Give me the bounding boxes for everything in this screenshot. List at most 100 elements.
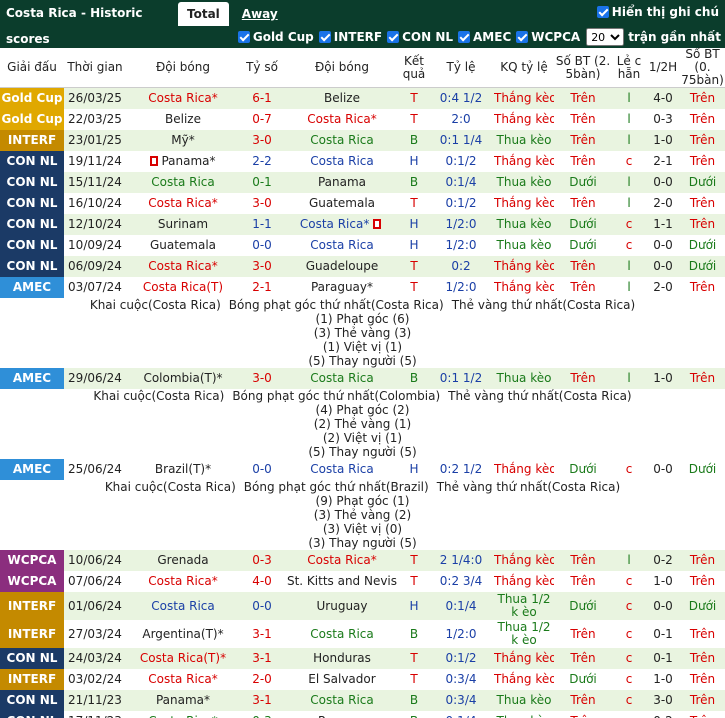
half-score: 0-0 — [646, 171, 680, 193]
filter-amec[interactable]: AMEC — [458, 30, 511, 44]
match-date: 10/06/24 — [64, 549, 126, 571]
show-notes-toggle[interactable]: Hiển thị ghi chú — [596, 5, 719, 19]
away-team-text: Uruguay — [316, 598, 368, 613]
league-badge-text: Gold Cup — [1, 112, 63, 126]
league-badge: Gold Cup — [0, 108, 64, 130]
half-score: 2-1 — [646, 150, 680, 172]
league-badge: INTERF — [0, 591, 64, 620]
show-notes-label: Hiển thị ghi chú — [611, 5, 719, 19]
odds-text: 0:1 1/2 — [439, 371, 483, 385]
filter-con-nl[interactable]: CON NL — [387, 30, 453, 44]
match-stat: (2) Việt vị (1) — [322, 430, 403, 445]
match-result-text: T — [410, 672, 418, 686]
table-row[interactable]: INTERF 03/02/24 Costa Rica* 2-0 El Salvador T… — [0, 668, 725, 690]
goals-0-75: Trên — [680, 276, 725, 298]
col-result: Kết quả — [400, 48, 428, 88]
league-badge-text: INTERF — [7, 626, 57, 641]
goals-0-75-text: Trên — [689, 91, 716, 106]
odds: 1/2:0 — [428, 276, 494, 298]
odds-result-text: Thua kèo — [496, 693, 552, 707]
odds-text: 2 1/4:0 — [439, 553, 483, 567]
table-row[interactable]: CON NL 10/09/24 Guatemala 0-0 Costa Rica H 1/2… — [0, 234, 725, 256]
home-team-text: Costa Rica* — [148, 714, 217, 718]
even-odd: c — [612, 647, 646, 669]
goals-2-5-text: Trên — [570, 553, 596, 567]
goals-0-75: Dưới — [680, 171, 725, 193]
table-row[interactable]: CON NL 15/11/24 Costa Rica 0-1 Panama B 0:1/4 T… — [0, 171, 725, 193]
match-date: 21/11/23 — [64, 689, 126, 711]
table-row[interactable]: CON NL 12/10/24 Surinam 1-1 Costa Rica* H 1/2… — [0, 213, 725, 235]
table-row[interactable]: Gold Cup 26/03/25 Costa Rica* 6-1 Belize T 0:4… — [0, 87, 725, 109]
odds-text: 0:2 1/2 — [439, 462, 483, 476]
checkbox-icon[interactable] — [237, 31, 250, 43]
away-team: Costa Rica — [284, 689, 400, 711]
home-team-text: Mỹ* — [171, 133, 195, 147]
match-date: 19/11/24 — [64, 150, 126, 172]
checkbox-icon[interactable] — [387, 31, 400, 43]
filter-gold-cup[interactable]: Gold Cup — [237, 30, 314, 44]
away-team-text: El Salvador — [308, 672, 376, 686]
match-result-text: T — [410, 280, 418, 294]
table-row[interactable]: CON NL 21/11/23 Panama* 3-1 Costa Rica B 0:3/4… — [0, 689, 725, 711]
table-row[interactable]: WCPCA 07/06/24 Costa Rica* 4-0 St. Kitts and… — [0, 570, 725, 592]
half-score: 2-0 — [646, 276, 680, 298]
score-text: 0-3 — [252, 553, 272, 567]
checkbox-icon[interactable] — [458, 31, 471, 43]
table-row[interactable]: Gold Cup 22/03/25 Belize 0-7 Costa Rica* T 2:0… — [0, 108, 725, 130]
tab-away[interactable]: Away — [233, 2, 287, 26]
recent-count-select[interactable]: 20 — [586, 28, 625, 46]
table-row[interactable]: CON NL 24/03/24 Costa Rica(T)* 3-1 Honduras T… — [0, 647, 725, 669]
red-card-icon — [150, 156, 159, 166]
table-row[interactable]: CON NL 19/11/24 Panama* 2-2 Costa Rica H 0:1/2… — [0, 150, 725, 172]
table-row[interactable]: INTERF 23/01/25 Mỹ* 3-0 Costa Rica B 0:1 1/4 Th… — [0, 129, 725, 151]
odds-result-text: Thắng kèo — [494, 651, 554, 665]
league-badge-text: INTERF — [7, 133, 57, 147]
checkbox-icon[interactable] — [516, 31, 529, 43]
home-team-text: Grenada — [157, 553, 209, 567]
match-result: H — [400, 150, 428, 172]
table-row[interactable]: WCPCA 10/06/24 Grenada 0-3 Costa Rica* T 2 1/4… — [0, 549, 725, 571]
table-row[interactable]: AMEC 29/06/24 Colombia(T)* 3-0 Costa Rica B 0:… — [0, 367, 725, 389]
away-team-text: Belize — [324, 91, 360, 106]
goals-2-5-text: Trên — [570, 112, 596, 126]
match-result-text: H — [409, 598, 419, 613]
half-score: 0-0 — [646, 234, 680, 256]
half-score: 1-0 — [646, 367, 680, 389]
filter-wcpca[interactable]: WCPCA — [516, 30, 580, 44]
score: 3-0 — [240, 192, 284, 214]
odds-result: Thắng kèo — [494, 87, 554, 109]
checkbox-icon[interactable] — [318, 31, 331, 43]
table-row[interactable]: INTERF 01/06/24 Costa Rica 0-0 Uruguay H 0:1/4… — [0, 591, 725, 620]
half-score-text: 2-0 — [653, 280, 673, 294]
table-row[interactable]: CON NL 16/10/24 Costa Rica* 3-0 Guatemala T 0:… — [0, 192, 725, 214]
table-header: Giải đấu Thời gian Đội bóng Tỷ số Đội bó… — [0, 48, 725, 88]
match-date-text: 06/09/24 — [68, 259, 122, 273]
match-date: 10/09/24 — [64, 234, 126, 256]
goals-0-75-text: Dưới — [688, 462, 717, 476]
checkbox-icon[interactable] — [596, 6, 609, 18]
odds-text: 0:4 1/2 — [439, 91, 483, 106]
match-firsts: Khai cuộc(Costa Rica) Bóng phạt góc thứ n… — [104, 479, 621, 494]
match-date: 17/11/23 — [64, 710, 126, 718]
match-result: T — [400, 668, 428, 690]
tab-total[interactable]: Total — [178, 2, 229, 26]
filter-interf[interactable]: INTERF — [318, 30, 382, 44]
table-row[interactable]: AMEC 03/07/24 Costa Rica(T) 2-1 Paraguay* T 1/… — [0, 276, 725, 298]
odds-result-text: Thắng kèo — [494, 196, 554, 210]
match-date: 23/01/25 — [64, 129, 126, 151]
table-row[interactable]: INTERF 27/03/24 Argentina(T)* 3-1 Costa Rica… — [0, 619, 725, 648]
table-row[interactable]: CON NL 06/09/24 Costa Rica* 3-0 Guadeloupe T 0… — [0, 255, 725, 277]
col-league: Giải đấu — [0, 48, 64, 88]
table-row[interactable]: CON NL 17/11/23 Costa Rica* 0-3 Panama B 0:1/4… — [0, 710, 725, 718]
match-firsts: Khai cuộc(Costa Rica) Bóng phạt góc thứ n… — [93, 388, 632, 403]
odds-text: 1/2:0 — [445, 280, 477, 294]
even-odd: c — [612, 213, 646, 235]
even-odd-text: l — [627, 112, 631, 126]
half-score-text: 0-1 — [653, 626, 673, 641]
goals-0-75-text: Trên — [689, 280, 716, 294]
odds-result-text: Thua kèo — [497, 714, 552, 718]
even-odd: l — [612, 367, 646, 389]
odds: 0:1/4 — [428, 171, 494, 193]
table-row[interactable]: AMEC 25/06/24 Brazil(T)* 0-0 Costa Rica H 0:2 … — [0, 458, 725, 480]
match-result-text: B — [410, 714, 418, 718]
